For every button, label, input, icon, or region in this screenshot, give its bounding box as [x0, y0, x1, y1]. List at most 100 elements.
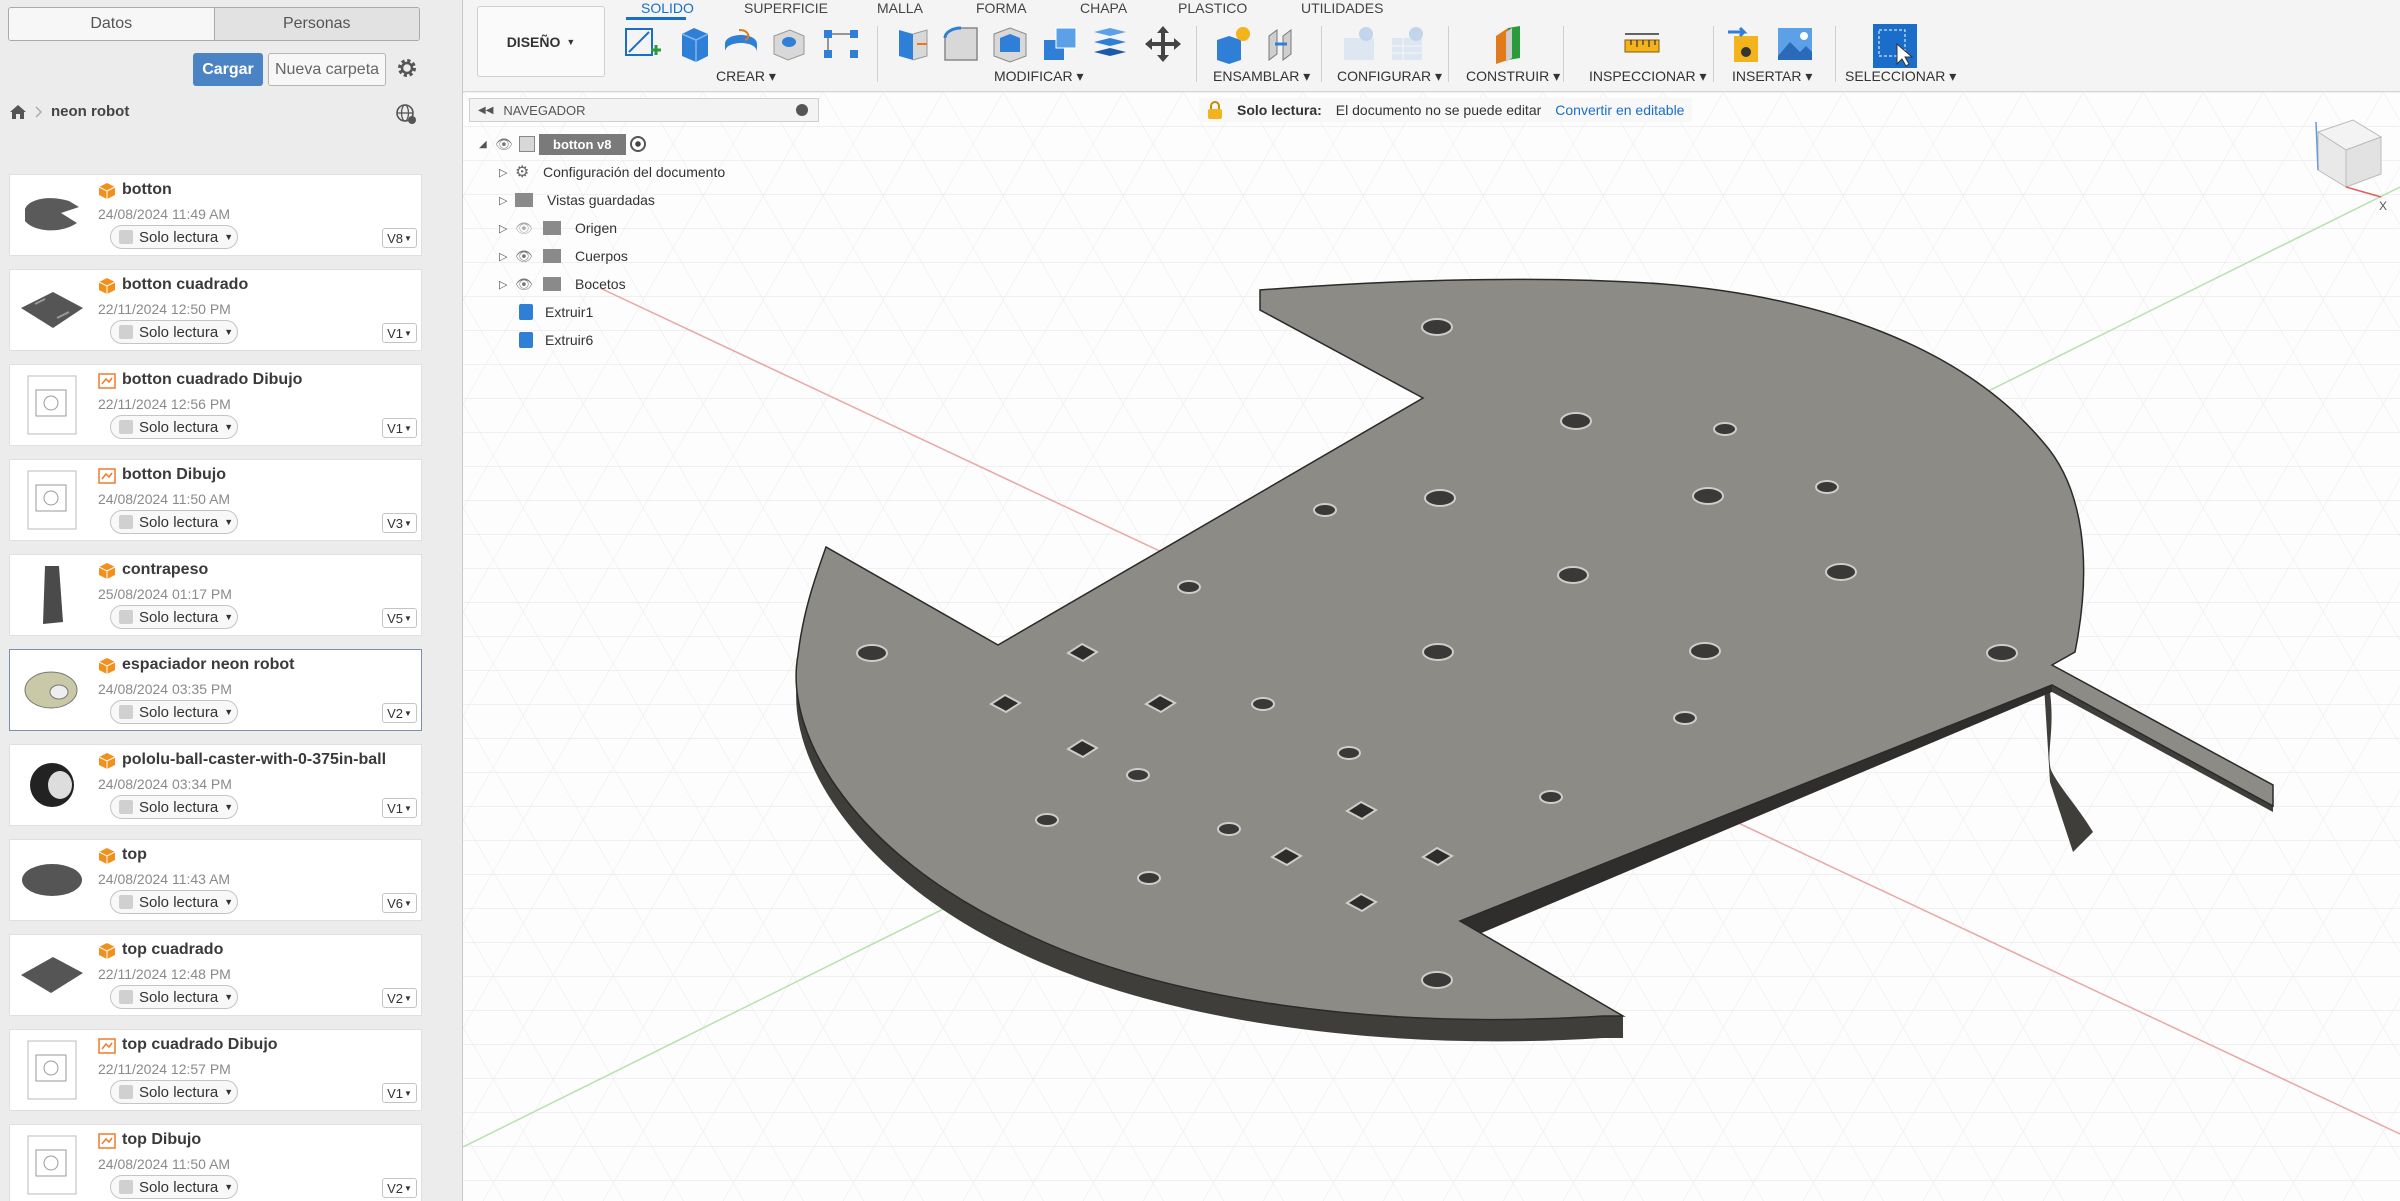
file-item[interactable]: espaciador neon robot 24/08/2024 03:35 PM… — [9, 649, 422, 731]
expand-arrow-icon[interactable]: ▷ — [499, 278, 515, 291]
browser-item-extrude1[interactable]: Extruir1 — [519, 300, 593, 324]
collapse-icon[interactable]: ◀◀ — [478, 105, 493, 116]
expand-arrow-icon[interactable]: ▷ — [499, 222, 515, 235]
file-name[interactable]: contrapeso — [122, 561, 208, 579]
press-pull-icon[interactable] — [893, 24, 933, 64]
access-dropdown[interactable]: Solo lectura ▼ — [110, 605, 238, 629]
file-thumbnail[interactable] — [14, 274, 89, 346]
eye-icon[interactable]: 👁︎ — [515, 276, 543, 293]
select-icon[interactable] — [1873, 24, 1917, 68]
new-folder-button[interactable]: Nueva carpeta — [268, 53, 386, 86]
expand-arrow-icon[interactable]: ▷ — [499, 250, 515, 263]
upload-button[interactable]: Cargar — [193, 53, 263, 86]
file-thumbnail[interactable] — [14, 654, 89, 726]
file-thumbnail[interactable] — [14, 464, 89, 536]
file-name[interactable]: top cuadrado Dibujo — [122, 1036, 278, 1054]
pattern-icon[interactable] — [822, 24, 862, 64]
tab-utilidades[interactable]: UTILIDADES — [1301, 0, 1383, 16]
file-name[interactable]: botton cuadrado — [122, 276, 248, 294]
access-dropdown[interactable]: Solo lectura ▼ — [110, 890, 238, 914]
file-name[interactable]: botton — [122, 181, 172, 199]
version-badge[interactable]: V2 ▼ — [382, 703, 417, 723]
browser-item-bodies[interactable]: ▷ 👁︎ Cuerpos — [499, 244, 628, 268]
file-item[interactable]: contrapeso 25/08/2024 01:17 PM Solo lectur… — [9, 554, 422, 636]
home-icon[interactable] — [9, 104, 27, 120]
expand-arrow-icon[interactable]: ▷ — [499, 194, 515, 207]
file-name[interactable]: top — [122, 846, 147, 864]
version-badge[interactable]: V2 ▼ — [382, 1178, 417, 1198]
eye-icon[interactable]: 👁︎ — [515, 248, 543, 265]
version-badge[interactable]: V8 ▼ — [382, 228, 417, 248]
construct-plane-icon[interactable] — [1490, 24, 1530, 64]
browser-item-extrude6[interactable]: Extruir6 — [519, 328, 593, 352]
configure-table-icon[interactable] — [1388, 24, 1428, 64]
file-item[interactable]: pololu-ball-caster-with-0-375in-ball 24/0… — [9, 744, 422, 826]
group-modificar[interactable]: MODIFICAR ▾ — [994, 68, 1083, 85]
group-crear[interactable]: CREAR ▾ — [716, 68, 776, 85]
revolve-icon[interactable] — [721, 24, 761, 64]
file-item[interactable]: botton Dibujo 24/08/2024 11:50 AM Solo lec… — [9, 459, 422, 541]
group-seleccionar[interactable]: SELECCIONAR ▾ — [1845, 68, 1956, 85]
minimize-icon[interactable] — [796, 104, 808, 116]
project-name[interactable]: neon robot — [51, 103, 129, 120]
file-thumbnail[interactable] — [14, 179, 89, 251]
version-badge[interactable]: V5 ▼ — [382, 608, 417, 628]
version-badge[interactable]: V1 ▼ — [382, 418, 417, 438]
root-label[interactable]: botton v8 — [539, 133, 626, 155]
file-thumbnail[interactable] — [14, 749, 89, 821]
browser-item-sketches[interactable]: ▷ 👁︎ Bocetos — [499, 272, 626, 296]
file-thumbnail[interactable] — [14, 1034, 89, 1106]
group-construir[interactable]: CONSTRUIR ▾ — [1466, 68, 1560, 85]
tab-datos[interactable]: Datos — [9, 8, 214, 40]
globe-settings-icon[interactable] — [395, 103, 417, 125]
browser-root[interactable]: ◢ 👁︎ botton v8 — [479, 132, 646, 156]
shell-icon[interactable] — [990, 24, 1030, 64]
access-dropdown[interactable]: Solo lectura ▼ — [110, 700, 238, 724]
new-component-icon[interactable] — [1213, 24, 1253, 64]
eye-hidden-icon[interactable]: 👁︎ — [515, 220, 543, 237]
file-item[interactable]: top cuadrado 22/11/2024 12:48 PM Solo lect… — [9, 934, 422, 1016]
file-name[interactable]: top cuadrado — [122, 941, 223, 959]
access-dropdown[interactable]: Solo lectura ▼ — [110, 985, 238, 1009]
access-dropdown[interactable]: Solo lectura ▼ — [110, 415, 238, 439]
workspace-switcher[interactable]: DISEÑO ▼ — [477, 6, 605, 77]
gear-icon[interactable] — [395, 56, 419, 80]
tab-plastico[interactable]: PLASTICO — [1178, 0, 1247, 16]
file-item[interactable]: top Dibujo 24/08/2024 11:50 AM Solo lectur… — [9, 1124, 422, 1201]
file-thumbnail[interactable] — [14, 369, 89, 441]
browser-header[interactable]: ◀◀ NAVEGADOR — [469, 98, 819, 122]
browser-item-views[interactable]: ▷ Vistas guardadas — [499, 188, 655, 212]
configure-icon[interactable] — [1340, 24, 1380, 64]
version-badge[interactable]: V1 ▼ — [382, 1083, 417, 1103]
file-thumbnail[interactable] — [14, 939, 89, 1011]
access-dropdown[interactable]: Solo lectura ▼ — [110, 510, 238, 534]
tab-personas[interactable]: Personas — [213, 8, 419, 40]
eye-icon[interactable]: 👁︎ — [495, 136, 519, 153]
file-thumbnail[interactable] — [14, 559, 89, 631]
file-name[interactable]: botton cuadrado Dibujo — [122, 371, 302, 389]
split-body-icon[interactable] — [1090, 24, 1130, 64]
file-name[interactable]: espaciador neon robot — [122, 656, 294, 674]
file-item[interactable]: botton cuadrado 22/11/2024 12:50 PM Solo l… — [9, 269, 422, 351]
tab-malla[interactable]: MALLA — [877, 0, 923, 16]
hole-icon[interactable] — [768, 24, 808, 64]
expand-arrow-icon[interactable]: ▷ — [499, 166, 515, 179]
file-item[interactable]: botton cuadrado Dibujo 22/11/2024 12:56 P… — [9, 364, 422, 446]
group-inspeccionar[interactable]: INSPECCIONAR ▾ — [1589, 68, 1707, 85]
group-insertar[interactable]: INSERTAR ▾ — [1732, 68, 1812, 85]
access-dropdown[interactable]: Solo lectura ▼ — [110, 1080, 238, 1104]
file-item[interactable]: top 24/08/2024 11:43 AM Solo lectura ▼ V6 ▼ — [9, 839, 422, 921]
convert-editable-link[interactable]: Convertir en editable — [1555, 102, 1684, 118]
viewport-canvas[interactable]: X ◀◀ NAVEGADOR ◢ 👁︎ botton v8 ▷ ⚙ Config… — [463, 92, 2400, 1201]
access-dropdown[interactable]: Solo lectura ▼ — [110, 225, 238, 249]
tab-superficie[interactable]: SUPERFICIE — [744, 0, 828, 16]
insert-canvas-icon[interactable] — [1776, 24, 1816, 64]
extrude-icon[interactable] — [674, 24, 714, 64]
active-radio-icon[interactable] — [629, 136, 646, 152]
version-badge[interactable]: V6 ▼ — [382, 893, 417, 913]
collapse-arrow-icon[interactable]: ◢ — [479, 139, 495, 150]
group-configurar[interactable]: CONFIGURAR ▾ — [1337, 68, 1442, 85]
version-badge[interactable]: V3 ▼ — [382, 513, 417, 533]
file-name[interactable]: pololu-ball-caster-with-0-375in-ball — [122, 751, 386, 769]
version-badge[interactable]: V1 ▼ — [382, 798, 417, 818]
